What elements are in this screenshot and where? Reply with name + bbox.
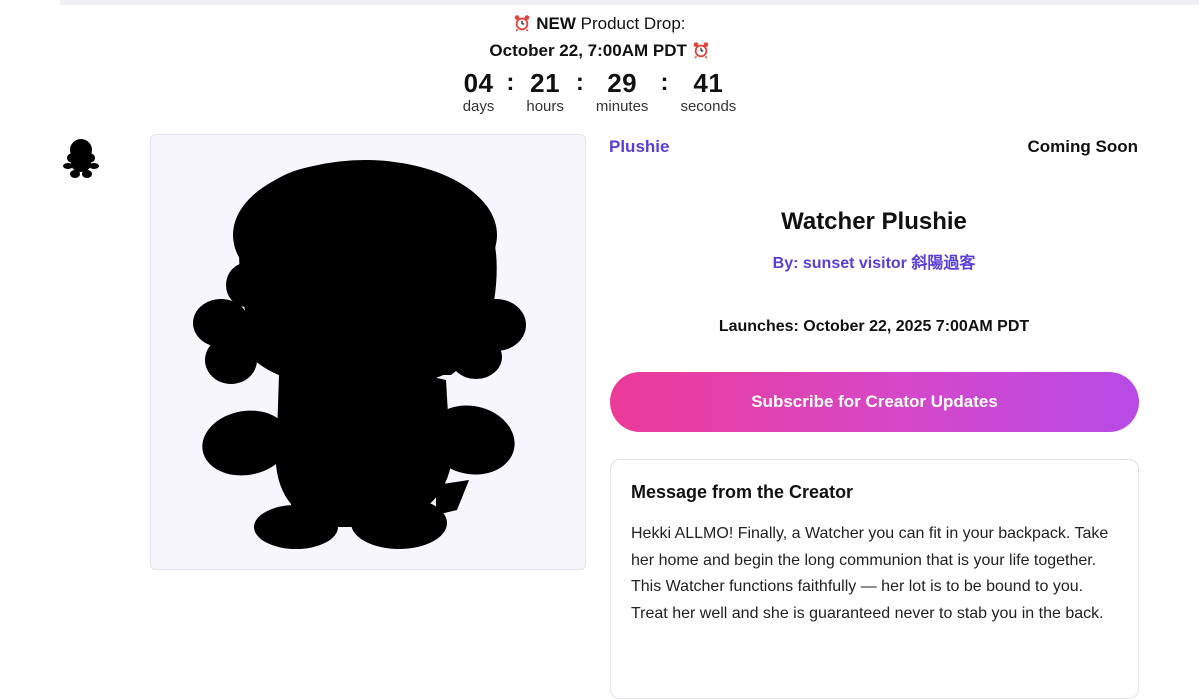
countdown-timer: 04 days : 21 hours : 29 minutes : 41 sec… xyxy=(0,68,1199,115)
alarm-clock-icon xyxy=(515,15,530,32)
countdown-value: 29 xyxy=(607,68,638,98)
countdown-unit-label: days xyxy=(462,98,495,115)
product-image[interactable] xyxy=(150,134,586,570)
creator-link[interactable]: By: sunset visitor 斜陽過客 xyxy=(609,249,1139,273)
plushie-silhouette xyxy=(193,160,526,549)
category-link[interactable]: Plushie xyxy=(609,137,669,157)
drop-label: Product Drop: xyxy=(580,14,686,33)
drop-date-label: October 22, 7:00AM PDT xyxy=(489,41,687,60)
alarm-clock-icon xyxy=(693,42,708,59)
countdown-seconds: 41 seconds xyxy=(680,68,736,115)
creator-avatar[interactable] xyxy=(62,137,100,181)
countdown-unit-label: seconds xyxy=(680,98,737,115)
product-title: Watcher Plushie xyxy=(781,208,967,235)
countdown-value: 04 xyxy=(463,68,494,98)
new-label: NEW xyxy=(536,14,576,33)
countdown-value: 41 xyxy=(693,68,724,98)
subscribe-button[interactable]: Subscribe for Creator Updates xyxy=(610,372,1139,432)
countdown-separator: : xyxy=(575,69,584,96)
countdown-separator: : xyxy=(660,69,669,96)
creator-message-card: Message from the Creator Hekki ALLMO! Fi… xyxy=(610,459,1139,699)
countdown-separator: : xyxy=(506,69,515,96)
countdown-hours: 21 hours xyxy=(526,68,564,115)
countdown-unit-label: minutes xyxy=(595,98,649,115)
message-body: Hekki ALLMO! Finally, a Watcher you can … xyxy=(631,525,1109,622)
status-badge: Coming Soon xyxy=(1027,137,1138,156)
message-title: Message from the Creator xyxy=(631,482,854,502)
countdown-minutes: 29 minutes xyxy=(596,68,649,115)
countdown-value: 21 xyxy=(530,68,561,98)
top-banner-strip xyxy=(60,0,1199,5)
drop-announcement: NEW Product Drop: xyxy=(0,14,1199,34)
drop-date: October 22, 7:00AM PDT xyxy=(0,41,1199,61)
countdown-unit-label: hours xyxy=(526,98,564,115)
countdown-days: 04 days xyxy=(463,68,495,115)
launch-date: Launches: October 22, 2025 7:00AM PDT xyxy=(718,318,1030,335)
